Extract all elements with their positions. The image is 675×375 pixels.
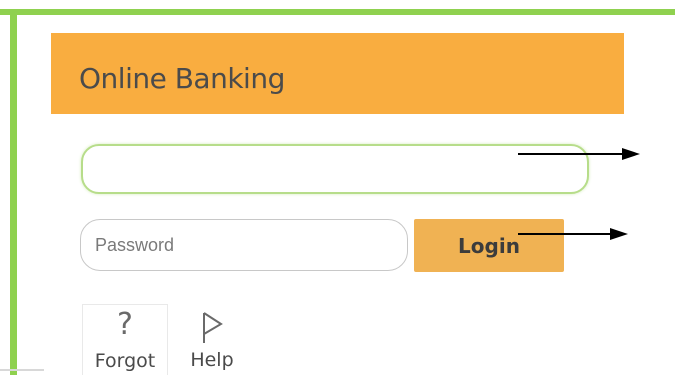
flag-icon	[203, 312, 223, 343]
help-label: Help	[190, 349, 234, 371]
password-input[interactable]	[80, 219, 408, 271]
online-banking-widget: Online Banking Login ? Forgot Help	[0, 0, 675, 375]
question-mark-icon: ?	[117, 307, 133, 342]
username-input[interactable]	[81, 144, 589, 194]
frame-top-border	[0, 9, 675, 15]
forgot-link[interactable]: ? Forgot	[82, 304, 168, 375]
page-title: Online Banking	[79, 62, 285, 95]
header-banner: Online Banking	[51, 33, 624, 114]
help-link[interactable]: Help	[172, 304, 252, 375]
forgot-label: Forgot	[94, 350, 156, 372]
pointer-arrow-icon	[518, 228, 628, 240]
divider	[0, 369, 44, 371]
pointer-arrow-icon	[518, 148, 640, 160]
frame-left-border	[10, 9, 17, 375]
